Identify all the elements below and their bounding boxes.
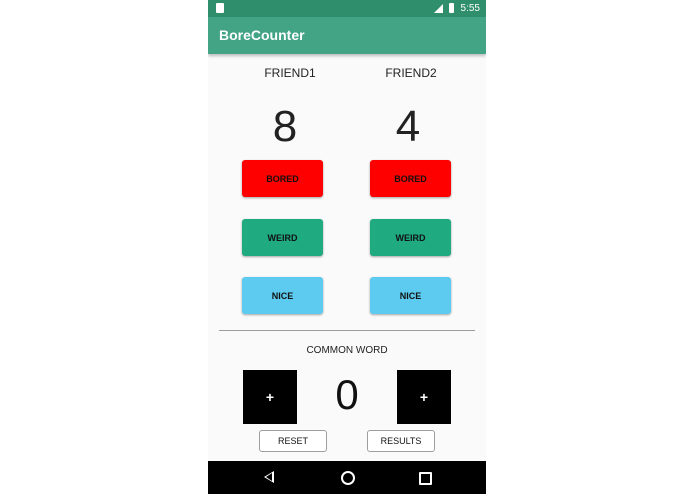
app-title: BoreCounter bbox=[219, 27, 305, 43]
phone-screen: 5:55 BoreCounter FRIEND1 8 BORED WEIRD N… bbox=[208, 0, 486, 494]
app-toolbar: BoreCounter bbox=[208, 17, 486, 54]
navigation-bar bbox=[208, 461, 486, 494]
reset-button[interactable]: RESET bbox=[259, 430, 327, 452]
friend1-weird-button[interactable]: WEIRD bbox=[242, 219, 323, 256]
common-plus-right-button[interactable]: + bbox=[397, 370, 451, 424]
status-bar: 5:55 bbox=[208, 0, 486, 17]
sd-card-icon bbox=[216, 3, 224, 13]
recents-icon[interactable] bbox=[419, 472, 432, 485]
friend1-nice-button[interactable]: NICE bbox=[242, 277, 323, 314]
results-button[interactable]: RESULTS bbox=[367, 430, 435, 452]
friend1-bored-button[interactable]: BORED bbox=[242, 160, 323, 197]
common-word-score: 0 bbox=[335, 371, 359, 418]
common-plus-left-button[interactable]: + bbox=[243, 370, 297, 424]
battery-icon bbox=[449, 3, 454, 13]
friend1-score: 8 bbox=[272, 102, 298, 151]
common-word-label: COMMON WORD bbox=[306, 345, 388, 356]
back-icon[interactable] bbox=[264, 471, 274, 483]
home-icon[interactable] bbox=[341, 471, 355, 485]
friend1-name: FRIEND1 bbox=[264, 66, 316, 80]
friend2-bored-button[interactable]: BORED bbox=[370, 160, 451, 197]
signal-icon bbox=[434, 4, 443, 13]
friend2-nice-button[interactable]: NICE bbox=[370, 277, 451, 314]
divider bbox=[219, 330, 475, 331]
friend2-weird-button[interactable]: WEIRD bbox=[370, 219, 451, 256]
status-time: 5:55 bbox=[460, 3, 480, 14]
friend2-score: 4 bbox=[395, 102, 421, 151]
friend2-name: FRIEND2 bbox=[385, 66, 437, 80]
